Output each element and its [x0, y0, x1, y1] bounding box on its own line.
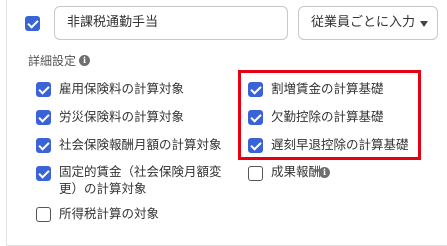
details-title-text: 詳細設定 — [28, 54, 77, 68]
allowance-name-field[interactable]: 非課税通勤手当 — [54, 6, 288, 40]
input-method-value: 従業員ごとに入力 — [311, 15, 416, 30]
info-icon[interactable]: i — [319, 167, 330, 178]
allowance-settings-panel: 非課税通勤手当 従業員ごとに入力 詳細設定 i 雇用保険料の計算対象 労災保険料… — [6, 0, 447, 246]
checkbox-fixed-wage[interactable] — [36, 166, 51, 181]
info-icon[interactable]: i — [79, 55, 90, 66]
label-fixed-wage-line2: 更）の計算対象 — [59, 181, 147, 196]
label-social-insurance-monthly: 社会保険報酬月額の計算対象 — [59, 137, 222, 152]
label-income-tax: 所得税計算の対象 — [59, 206, 160, 221]
checkbox-performance-pay[interactable] — [248, 166, 263, 181]
checkbox-employment-insurance[interactable] — [36, 82, 51, 97]
label-performance-pay: 成果報酬 — [271, 164, 322, 179]
allowance-enabled-checkbox[interactable] — [25, 16, 40, 31]
label-fixed-wage-line1: 固定的賃金（社会保険月額変 — [59, 164, 222, 179]
chevron-down-icon — [420, 21, 428, 27]
label-employment-insurance: 雇用保険料の計算対象 — [59, 81, 185, 96]
checkbox-income-tax[interactable] — [36, 207, 51, 222]
label-workers-comp: 労災保険料の計算対象 — [59, 109, 185, 124]
input-method-select[interactable]: 従業員ごとに入力 — [298, 6, 438, 40]
checkbox-workers-comp[interactable] — [36, 110, 51, 125]
details-section-title: 詳細設定 — [28, 52, 76, 69]
checkbox-social-insurance-monthly[interactable] — [36, 138, 51, 153]
highlight-box — [238, 70, 421, 160]
allowance-name-value: 非課税通勤手当 — [67, 15, 159, 30]
